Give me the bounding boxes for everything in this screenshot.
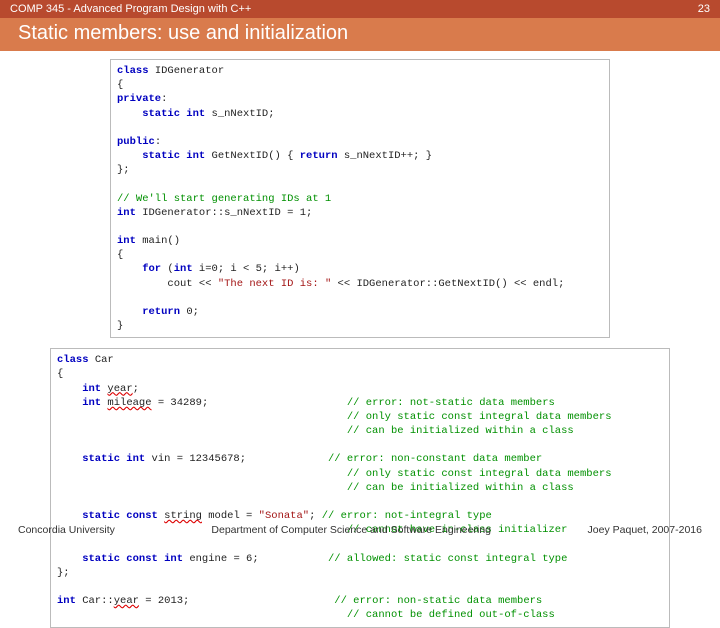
page-number: 23 xyxy=(698,3,710,15)
footer-center: Department of Computer Science and Softw… xyxy=(211,524,491,536)
footer-left: Concordia University xyxy=(18,524,115,536)
code-block-car: class Car { int year; int mileage = 3428… xyxy=(50,348,670,627)
course-label: COMP 345 - Advanced Program Design with … xyxy=(10,3,251,15)
slide-footer: Concordia University Department of Compu… xyxy=(0,524,720,536)
page-title: Static members: use and initialization xyxy=(0,18,720,51)
code-block-idgenerator: class IDGenerator { private: static int … xyxy=(110,59,610,338)
slide-content: class IDGenerator { private: static int … xyxy=(0,51,720,628)
top-header: COMP 345 - Advanced Program Design with … xyxy=(0,0,720,18)
footer-right: Joey Paquet, 2007-2016 xyxy=(588,524,702,536)
